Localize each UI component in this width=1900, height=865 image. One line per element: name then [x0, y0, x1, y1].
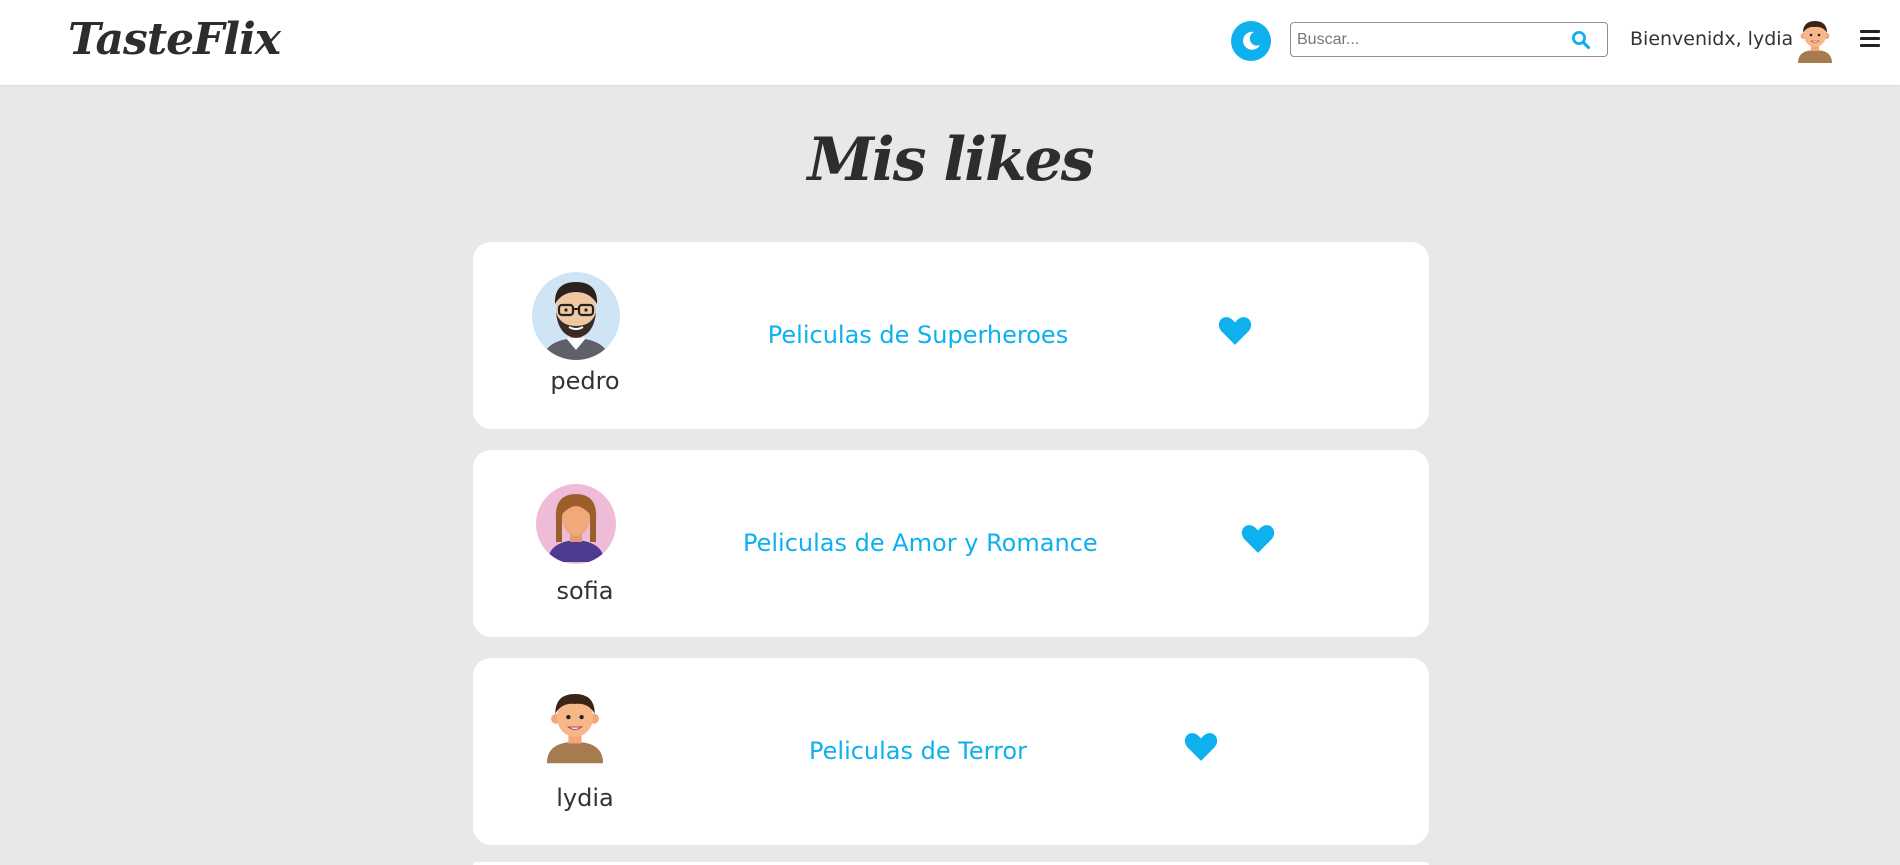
user-avatar-lydia — [546, 694, 604, 764]
like-card: lydia Peliculas de Terror — [473, 658, 1429, 845]
page-title: Mis likes — [807, 125, 1095, 195]
site-logo[interactable]: TasteFlix — [68, 14, 281, 65]
navbar: TasteFlix Bienvenidx, lydia — [0, 0, 1900, 85]
like-card: pedro Peliculas de Superheroes — [473, 242, 1429, 429]
search-bar — [1290, 22, 1608, 57]
like-list-link[interactable]: Peliculas de Terror — [743, 737, 1093, 765]
like-card: sofia Peliculas de Amor y Romance — [473, 450, 1429, 637]
user-avatar-sofia — [536, 484, 616, 564]
like-user-name: sofia — [556, 577, 614, 605]
like-user-name: pedro — [550, 367, 620, 395]
like-user-name: lydia — [556, 784, 614, 812]
theme-toggle-button[interactable] — [1231, 21, 1271, 61]
like-list-link[interactable]: Peliculas de Superheroes — [743, 321, 1093, 349]
hamburger-menu-icon[interactable] — [1860, 30, 1880, 47]
search-icon[interactable] — [1571, 30, 1591, 50]
search-input[interactable] — [1295, 26, 1569, 54]
welcome-text: Bienvenidx, lydia — [1630, 28, 1794, 50]
user-avatar-pedro — [532, 272, 620, 360]
user-avatar[interactable] — [1795, 19, 1835, 63]
heart-icon[interactable] — [1218, 316, 1252, 346]
moon-icon — [1243, 31, 1260, 50]
heart-icon[interactable] — [1184, 732, 1218, 762]
like-list-link[interactable]: Peliculas de Amor y Romance — [743, 529, 1098, 557]
heart-icon[interactable] — [1241, 524, 1275, 554]
